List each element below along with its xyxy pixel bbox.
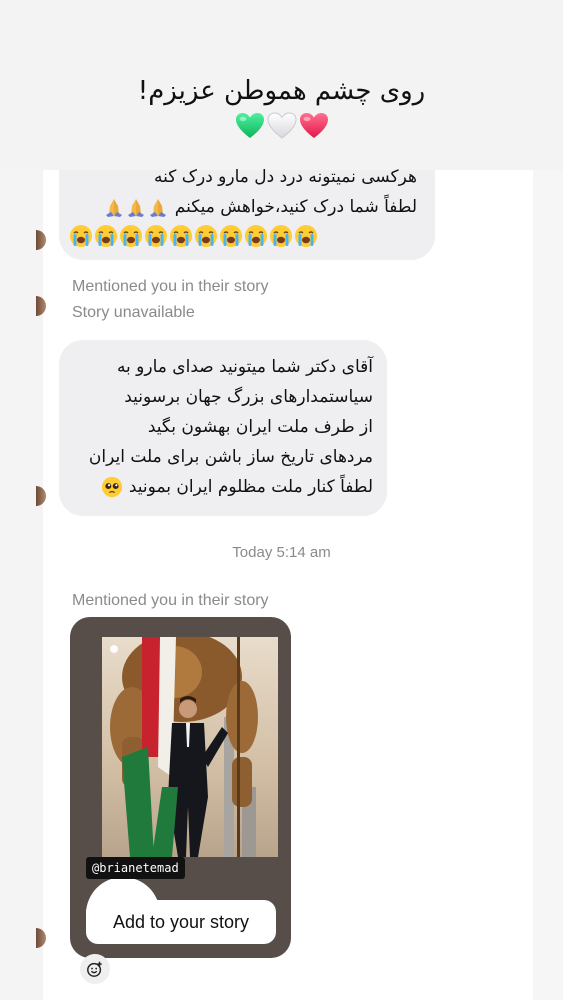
left-gutter <box>0 170 43 1000</box>
message-text: لطفاً کنار ملت مظلوم ایران بمونید <box>128 477 373 497</box>
message-line: آقای دکتر شما میتونید صدای مارو به <box>116 357 373 377</box>
loudly-crying-face-icon <box>295 225 317 247</box>
crying-emoji-row <box>69 224 417 248</box>
message-line: لطفاً کنار ملت مظلوم ایران بمونید <box>69 472 373 502</box>
loudly-crying-face-icon <box>120 225 142 247</box>
pink-heart-icon <box>299 113 328 138</box>
folded-hands-emoji-group <box>103 197 169 217</box>
message-bubble[interactable]: آقای دکتر شما میتونید صدای مارو به سیاست… <box>59 340 387 516</box>
message-line: هرکسی نمیتونه درد دل مارو درک کنه <box>154 167 417 187</box>
folded-hands-icon <box>106 199 123 217</box>
folded-hands-icon <box>150 199 167 217</box>
story-illustration <box>102 637 278 857</box>
story-image[interactable] <box>102 637 278 857</box>
right-gutter <box>533 170 563 1000</box>
add-to-story-button[interactable]: Add to your story <box>86 900 276 944</box>
story-mention-label: Mentioned you in their story <box>72 592 269 609</box>
folded-hands-icon <box>128 199 145 217</box>
green-heart-icon <box>235 113 264 138</box>
pleading-face-icon <box>102 476 123 498</box>
story-caption: روی چشم هموطن عزیزم! <box>137 76 426 106</box>
loudly-crying-face-icon <box>170 225 192 247</box>
message-bubble[interactable]: هرکسی نمیتونه درد دل مارو درک کنه لطفاً … <box>59 167 435 260</box>
mention-tag[interactable]: @brianetemad <box>86 857 185 879</box>
white-heart-icon <box>266 112 297 139</box>
loudly-crying-face-icon <box>95 225 117 247</box>
loudly-crying-face-icon <box>195 225 217 247</box>
message-line: سیاستمدارهای بزرگ جهان برسونید <box>124 387 373 407</box>
story-unavailable-label: Story unavailable <box>72 304 195 321</box>
message-line: مردهای تاریخ ساز باشن برای ملت ایران <box>88 447 373 467</box>
hearts-row <box>0 110 563 142</box>
add-reaction-icon <box>87 961 102 977</box>
loudly-crying-face-icon <box>70 225 92 247</box>
react-button[interactable] <box>80 954 110 984</box>
message-line: لطفاً شما درک کنید،خواهش میکنم <box>75 192 417 222</box>
message-line: از طرف ملت ایران بهشون بگید <box>147 417 373 437</box>
loudly-crying-face-icon <box>220 225 242 247</box>
loudly-crying-face-icon <box>270 225 292 247</box>
loudly-crying-face-icon <box>245 225 267 247</box>
timestamp: Today 5:14 am <box>232 544 331 561</box>
story-mention-label: Mentioned you in their story <box>72 278 269 295</box>
story-preview-card[interactable]: @brianetemad Add to your story <box>70 617 291 958</box>
loudly-crying-face-icon <box>145 225 167 247</box>
message-text: لطفاً شما درک کنید،خواهش میکنم <box>174 197 417 217</box>
